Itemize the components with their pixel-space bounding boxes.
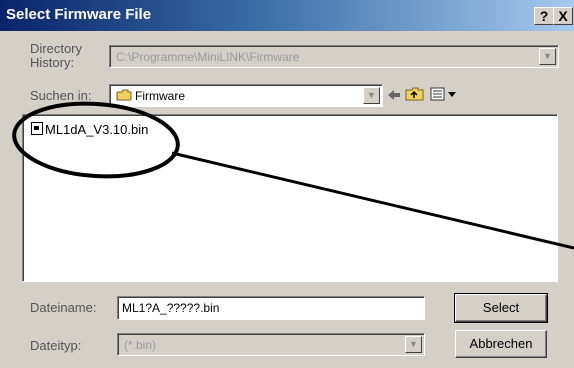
- chevron-down-icon[interactable]: ▼: [539, 48, 556, 65]
- up-folder-icon[interactable]: [405, 86, 425, 102]
- look-in-value-text: Firmware: [135, 89, 185, 103]
- filename-label: Dateiname:: [30, 300, 97, 315]
- file-name: ML1dA_V3.10.bin: [45, 122, 149, 137]
- directory-history-combo[interactable]: C:\Programme\MiniLINK\Firmware ▼: [109, 45, 559, 68]
- back-arrow-icon[interactable]: [386, 88, 402, 102]
- look-in-value: Firmware: [116, 89, 185, 103]
- file-list-item[interactable]: ML1dA_V3.10.bin: [31, 122, 148, 137]
- look-in-label: Suchen in:: [30, 88, 92, 103]
- close-button[interactable]: X: [553, 7, 573, 25]
- folder-icon: [116, 89, 132, 101]
- directory-history-label-line2: History:: [30, 55, 75, 70]
- filetype-combo[interactable]: (*.bin) ▼: [117, 333, 425, 356]
- filetype-label: Dateityp:: [30, 338, 82, 353]
- file-list[interactable]: ML1dA_V3.10.bin: [22, 114, 558, 282]
- look-in-combo[interactable]: Firmware ▼: [109, 84, 383, 107]
- view-menu-icon[interactable]: [430, 87, 458, 101]
- directory-history-label: Directory History:: [30, 42, 82, 70]
- filetype-value: (*.bin): [124, 338, 157, 352]
- cancel-button[interactable]: Abbrechen: [455, 330, 547, 358]
- chevron-down-icon[interactable]: ▼: [363, 87, 380, 104]
- chevron-down-icon[interactable]: ▼: [405, 336, 422, 353]
- directory-history-value: C:\Programme\MiniLINK\Firmware: [116, 50, 300, 64]
- filename-input[interactable]: ML1?A_?????.bin: [117, 296, 425, 320]
- filename-value: ML1?A_?????.bin: [122, 301, 220, 315]
- file-icon: [31, 122, 43, 135]
- dialog-title: Select Firmware File: [6, 6, 152, 23]
- help-button[interactable]: ?: [534, 7, 554, 25]
- select-button[interactable]: Select: [454, 293, 548, 323]
- directory-history-label-line1: Directory: [30, 41, 83, 56]
- title-bar[interactable]: Select Firmware File ? X: [0, 0, 574, 31]
- select-firmware-dialog: Select Firmware File ? X Directory Histo…: [0, 0, 574, 368]
